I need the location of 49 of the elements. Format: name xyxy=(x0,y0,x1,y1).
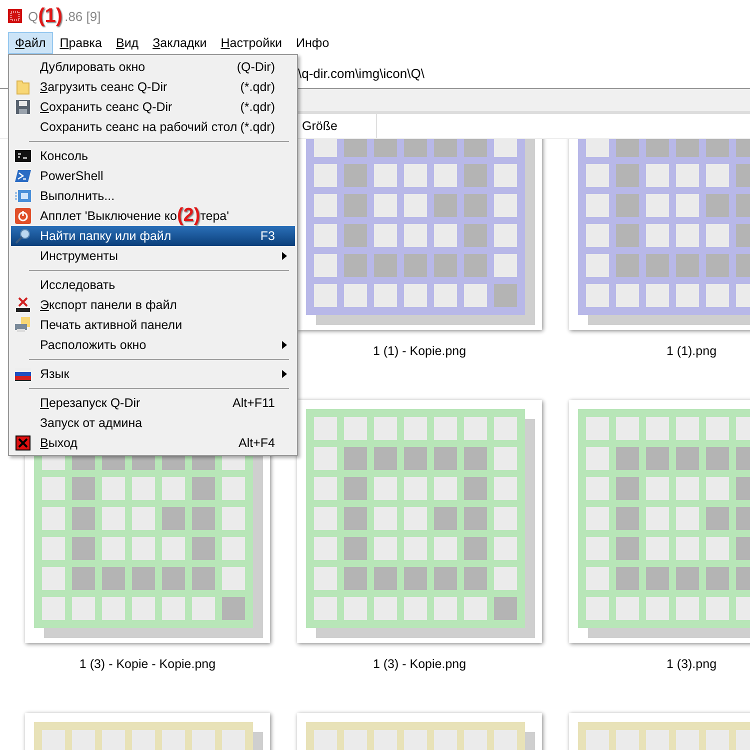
export-icon xyxy=(15,297,31,313)
menu-item[interactable]: Исследовать xyxy=(11,275,295,295)
powershell-icon xyxy=(15,168,31,184)
menu-item[interactable]: Выполнить... xyxy=(11,186,295,206)
folder-icon xyxy=(15,79,31,95)
window-title: Q xyxy=(28,8,38,24)
menu-item[interactable]: Выход Alt+F4 xyxy=(11,433,295,453)
menu-bar-item[interactable]: Файл xyxy=(8,32,53,54)
menu-bar-item[interactable]: Правка xyxy=(52,32,109,54)
menu-bar-item[interactable]: Инфо xyxy=(289,32,336,54)
menu-item[interactable]: Расположить окно xyxy=(11,335,295,355)
console-icon xyxy=(15,148,31,164)
menu-bar-item[interactable]: Настройки xyxy=(214,32,290,54)
submenu-arrow-icon xyxy=(282,341,287,349)
magnifier-icon xyxy=(15,228,31,244)
file-name: 1 (1).png xyxy=(665,344,718,358)
menu-item[interactable]: Дублировать окно (Q-Dir) xyxy=(11,57,295,77)
app-icon xyxy=(8,9,22,23)
image-thumbnail[interactable] xyxy=(297,400,542,643)
submenu-arrow-icon xyxy=(282,252,287,260)
menu-item[interactable]: PowerShell xyxy=(11,166,295,186)
run-window-icon xyxy=(15,188,31,204)
menu-item[interactable]: Перезапуск Q-Dir Alt+F11 xyxy=(11,393,295,413)
file-name: 1 (3) - Kopie.png xyxy=(372,657,468,671)
file-name: 1 (3) - Kopie - Kopie.png xyxy=(78,657,217,671)
menu-item[interactable]: Печать активной панели xyxy=(11,315,295,335)
menu-item[interactable]: Найти папку или файл F3 xyxy=(11,226,295,246)
menu-item[interactable]: Инструменты xyxy=(11,246,295,266)
image-thumbnail[interactable] xyxy=(297,139,542,330)
menu-bar-item[interactable]: Вид xyxy=(108,32,146,54)
address-field[interactable]: \q-dir.com\img\icon\Q\ xyxy=(298,66,424,80)
menu-item[interactable]: Апплет 'Выключение ко(2)тера' xyxy=(11,206,295,226)
menu-item[interactable]: Сохранить сеанс на рабочий стол (*.qdr) xyxy=(11,117,295,137)
menu-item[interactable]: Язык xyxy=(11,364,295,384)
callout-number: (1) xyxy=(38,4,63,28)
file-name: 1 (3).png xyxy=(665,657,718,671)
file-name: 1 (1) - Kopie.png xyxy=(372,344,468,358)
submenu-arrow-icon xyxy=(282,370,287,378)
menu-bar-item[interactable]: Закладки xyxy=(146,32,214,54)
printer-icon xyxy=(15,317,31,333)
menu-item[interactable]: Запуск от админа xyxy=(11,413,295,433)
callout-number: (2) xyxy=(176,205,200,227)
menu-item[interactable]: Сохранить сеанс Q-Dir (*.qdr) xyxy=(11,97,295,117)
menu-item[interactable]: Экспорт панели в файл xyxy=(11,295,295,315)
power-icon xyxy=(15,208,31,224)
menu-item[interactable]: Загрузить сеанс Q-Dir (*.qdr) xyxy=(11,77,295,97)
window-title: .86 [9] xyxy=(64,8,101,24)
menu-item[interactable]: Консоль xyxy=(11,146,295,166)
close-icon xyxy=(15,435,31,451)
